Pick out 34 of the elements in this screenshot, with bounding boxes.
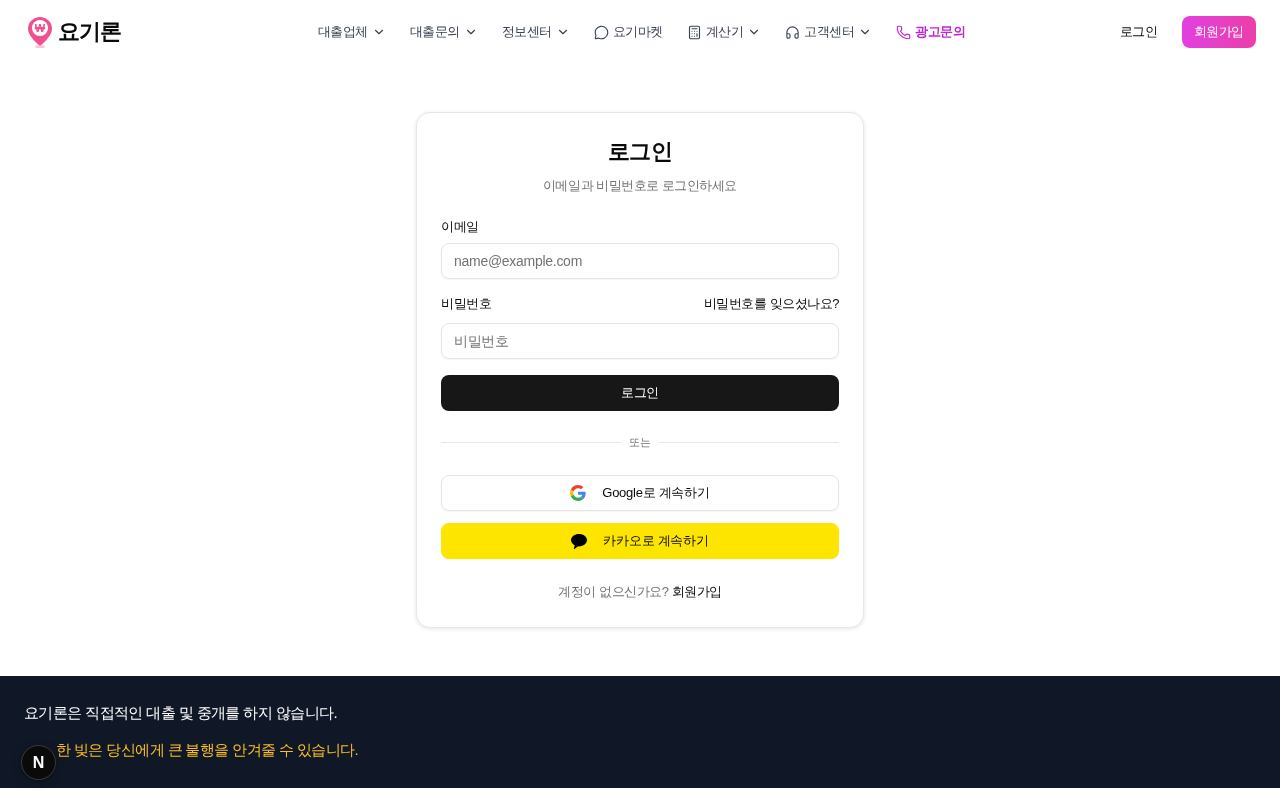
nav-menu-item[interactable]: 고객센터: [785, 22, 873, 42]
card-subtitle: 이메일과 비밀번호로 로그인하세요: [542, 177, 738, 195]
nav-menu-item[interactable]: 요기마켓: [593, 22, 663, 42]
email-label: 이메일: [441, 218, 479, 236]
nav-menu-item[interactable]: 대출업체: [318, 22, 386, 42]
chat-bubble-icon: [593, 24, 609, 40]
kakao-login-button[interactable]: 카카오로 계속하기: [441, 523, 839, 559]
password-label: 비밀번호: [441, 295, 492, 313]
logo-symbol: ₩: [33, 21, 47, 35]
signup-link[interactable]: 회원가입: [671, 584, 722, 599]
nav-menu-item[interactable]: 정보센터: [501, 22, 570, 42]
login-link[interactable]: 로그인: [1119, 22, 1158, 42]
signup-prompt: 계정이 없으신가요? 회원가입: [558, 583, 722, 601]
phone-icon: [896, 24, 912, 40]
nav-menu-item[interactable]: 광고문의: [896, 22, 965, 42]
footer-notice: 요기론은 직접적인 대출 및 중개를 하지 않습니다.: [24, 703, 337, 723]
speech-bubble-icon: [571, 533, 588, 549]
logo-text[interactable]: 요기론: [58, 18, 122, 46]
google-g-icon: [570, 485, 587, 501]
login-button[interactable]: 로그인: [441, 375, 839, 411]
dev-tools-badge[interactable]: N: [21, 745, 56, 780]
map-pin-icon: [27, 16, 53, 48]
calculator-icon: [686, 24, 702, 40]
google-login-button[interactable]: Google로 계속하기: [441, 475, 839, 511]
forgot-password-link[interactable]: 비밀번호를 잊으셨나요?: [703, 294, 839, 314]
card-title: 로그인: [607, 138, 673, 166]
password-input[interactable]: 비밀번호: [441, 323, 839, 359]
signup-button[interactable]: 회원가입: [1181, 16, 1256, 48]
divider-text: 또는: [629, 435, 651, 450]
footer-warning: 한 빚은 당신에게 큰 불행을 안겨줄 수 있습니다.: [56, 740, 359, 760]
nav-menu-item[interactable]: 계산기: [686, 22, 762, 42]
email-input[interactable]: name@example.com: [441, 243, 839, 279]
headphones-icon: [785, 24, 801, 40]
nav-menu-item[interactable]: 대출문의: [409, 22, 478, 42]
